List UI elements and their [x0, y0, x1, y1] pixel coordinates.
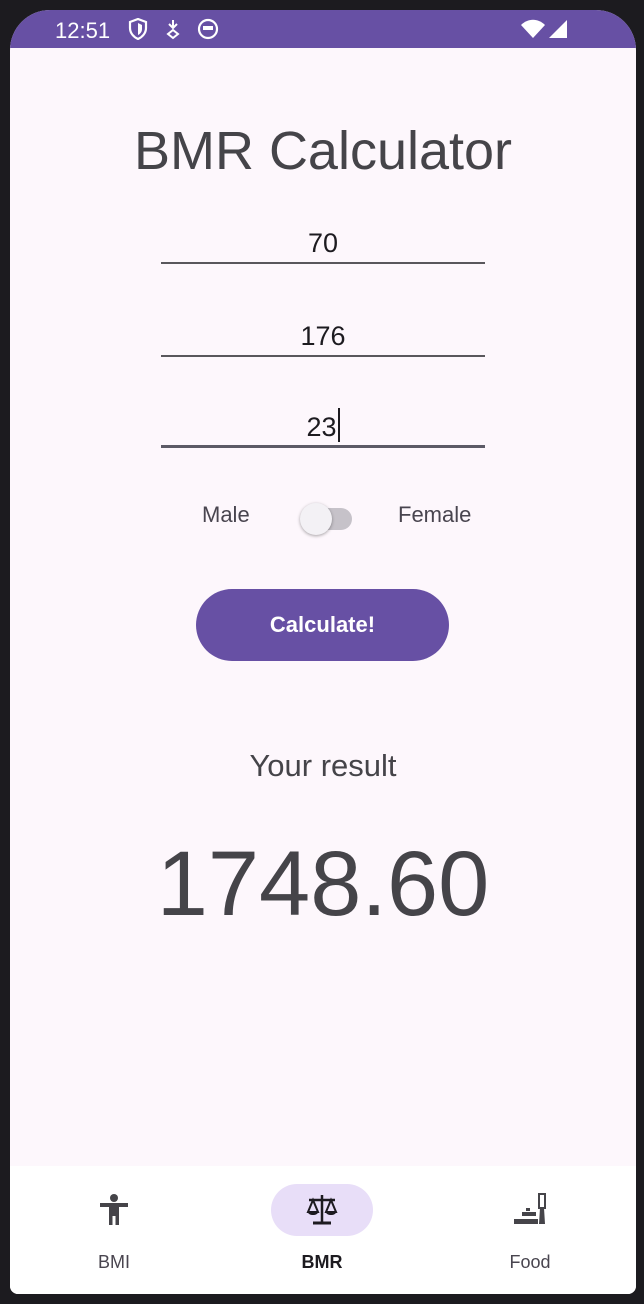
nav-label-bmi: BMI: [97, 1252, 130, 1272]
age-value: 23: [306, 412, 337, 442]
nav-label-bmr: BMR: [301, 1252, 343, 1272]
status-time: 12:51: [55, 18, 111, 43]
gender-switch-thumb[interactable]: [300, 503, 332, 535]
result-label: Your result: [249, 748, 397, 783]
nav-item-bmi[interactable]: BMI: [10, 1166, 218, 1294]
calculate-button[interactable]: Calculate!: [196, 589, 449, 661]
page-title: BMR Calculator: [133, 121, 513, 181]
result-value: 1748.60: [156, 833, 490, 935]
status-bar: 12:51: [10, 10, 636, 48]
weight-value: 70: [307, 228, 339, 258]
app-icon: [197, 18, 219, 40]
nav-item-bmr[interactable]: BMR: [218, 1166, 426, 1294]
signal-icon: [549, 20, 567, 38]
weight-input[interactable]: 70: [161, 220, 485, 264]
age-input[interactable]: 23: [161, 404, 485, 448]
height-value: 176: [300, 321, 346, 351]
nav-label-food: Food: [509, 1252, 551, 1272]
female-label: Female: [398, 502, 472, 527]
app-screen: 12:51 BMR Calculator 70 176 23 Male Fema…: [10, 10, 636, 1294]
scale-icon: [306, 1195, 338, 1225]
nav-item-food[interactable]: Food: [426, 1166, 634, 1294]
accessibility-icon: [100, 1194, 128, 1225]
height-input[interactable]: 176: [161, 313, 485, 357]
male-label: Male: [202, 502, 250, 527]
food-icon: [514, 1193, 546, 1224]
text-cursor: [337, 408, 340, 442]
bottom-navigation: BMI BMR Food: [10, 1166, 636, 1294]
download-icon: [166, 20, 180, 40]
shield-icon: [128, 18, 148, 40]
wifi-icon: [521, 19, 545, 38]
